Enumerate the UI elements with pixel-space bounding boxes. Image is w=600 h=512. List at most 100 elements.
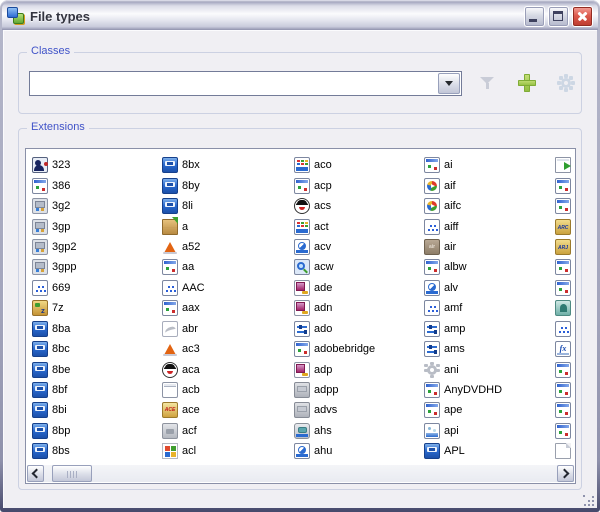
- list-item[interactable]: 3g2: [32, 196, 160, 216]
- list-item[interactable]: 386: [32, 175, 160, 195]
- list-item[interactable]: ams: [424, 339, 552, 359]
- list-item[interactable]: ai: [424, 155, 552, 175]
- list-item[interactable]: act: [294, 216, 422, 236]
- list-item[interactable]: 8bs: [32, 441, 160, 461]
- list-item[interactable]: 8bf: [32, 380, 160, 400]
- list-item[interactable]: [555, 298, 576, 318]
- list-item[interactable]: adobebridge: [294, 339, 422, 359]
- list-item[interactable]: aco: [294, 155, 422, 175]
- list-item[interactable]: ace: [162, 400, 290, 420]
- list-item[interactable]: 8ba: [32, 319, 160, 339]
- list-item[interactable]: ani: [424, 359, 552, 379]
- list-item[interactable]: adpp: [294, 380, 422, 400]
- list-item[interactable]: ahu: [294, 441, 422, 461]
- classes-combobox[interactable]: [29, 71, 462, 96]
- close-button[interactable]: [572, 6, 593, 27]
- list-item[interactable]: 3gpp: [32, 257, 160, 277]
- list-item[interactable]: 8li: [162, 196, 290, 216]
- list-item[interactable]: acf: [162, 421, 290, 441]
- list-item[interactable]: amp: [424, 319, 552, 339]
- list-item[interactable]: ape: [424, 400, 552, 420]
- list-item[interactable]: [555, 155, 576, 175]
- access-db-icon: [294, 362, 310, 378]
- list-item[interactable]: [555, 237, 576, 257]
- list-item[interactable]: api: [424, 421, 552, 441]
- list-item[interactable]: aiff: [424, 216, 552, 236]
- list-item[interactable]: 8bp: [32, 421, 160, 441]
- list-item[interactable]: acw: [294, 257, 422, 277]
- list-item[interactable]: [555, 278, 576, 298]
- scroll-right-button[interactable]: [557, 465, 574, 482]
- gray-badge-icon: [162, 423, 178, 439]
- list-item[interactable]: acp: [294, 175, 422, 195]
- list-item[interactable]: aa: [162, 257, 290, 277]
- resize-grip[interactable]: [583, 495, 596, 508]
- filter-button[interactable]: [474, 70, 500, 96]
- list-item[interactable]: 323: [32, 155, 160, 175]
- horizontal-scrollbar[interactable]: [27, 465, 574, 482]
- list-item[interactable]: albw: [424, 257, 552, 277]
- list-item[interactable]: [555, 339, 576, 359]
- list-item[interactable]: 8bx: [162, 155, 290, 175]
- media-app-icon: [424, 157, 440, 173]
- list-item[interactable]: air: [424, 237, 552, 257]
- list-item[interactable]: [555, 380, 576, 400]
- list-item[interactable]: AnyDVDHD: [424, 380, 552, 400]
- add-button[interactable]: [514, 70, 540, 96]
- extension-column: aiaifaifcaiffairalbwalvamfampamsaniAnyDV…: [424, 155, 552, 462]
- list-item[interactable]: [555, 216, 576, 236]
- window-title: File types: [30, 9, 524, 24]
- list-item[interactable]: 8bi: [32, 400, 160, 420]
- list-item[interactable]: ade: [294, 278, 422, 298]
- list-item[interactable]: a: [162, 216, 290, 236]
- list-item[interactable]: adp: [294, 359, 422, 379]
- list-item[interactable]: 8bc: [32, 339, 160, 359]
- list-item[interactable]: [555, 319, 576, 339]
- list-item[interactable]: aifc: [424, 196, 552, 216]
- scroll-left-button[interactable]: [27, 465, 44, 482]
- combobox-dropdown-button[interactable]: [438, 73, 460, 94]
- list-item[interactable]: 669: [32, 278, 160, 298]
- list-item[interactable]: acl: [162, 441, 290, 461]
- list-item[interactable]: AAC: [162, 278, 290, 298]
- list-item[interactable]: 3gp: [32, 216, 160, 236]
- extension-label: 3gpp: [52, 261, 76, 273]
- extension-list[interactable]: 3233863g23gp3gp2 3gpp 6697z8ba8bc8be8bf8bi…: [25, 148, 576, 484]
- list-item[interactable]: 3gp2: [32, 237, 160, 257]
- scrollbar-track[interactable]: [44, 465, 557, 482]
- list-item[interactable]: APL: [424, 441, 552, 461]
- list-item[interactable]: adn: [294, 298, 422, 318]
- scrollbar-thumb[interactable]: [52, 465, 92, 482]
- sliders-icon: [424, 321, 440, 337]
- list-item[interactable]: [555, 421, 576, 441]
- list-item[interactable]: 8by: [162, 175, 290, 195]
- list-item[interactable]: [555, 175, 576, 195]
- list-item[interactable]: amf: [424, 298, 552, 318]
- list-item[interactable]: 8be: [32, 359, 160, 379]
- list-item[interactable]: 7z: [32, 298, 160, 318]
- list-item[interactable]: [555, 359, 576, 379]
- list-item[interactable]: [555, 196, 576, 216]
- list-item[interactable]: a52: [162, 237, 290, 257]
- list-item[interactable]: advs: [294, 400, 422, 420]
- list-item[interactable]: [555, 400, 576, 420]
- list-item[interactable]: [555, 441, 576, 461]
- list-item[interactable]: acv: [294, 237, 422, 257]
- maximize-button[interactable]: [548, 6, 569, 27]
- minimize-button[interactable]: [524, 6, 545, 27]
- media-app-icon: [162, 259, 178, 275]
- settings-button[interactable]: [553, 70, 579, 96]
- classes-combobox-value[interactable]: [30, 72, 437, 95]
- list-item[interactable]: acs: [294, 196, 422, 216]
- list-item[interactable]: acb: [162, 380, 290, 400]
- list-item[interactable]: abr: [162, 319, 290, 339]
- list-item[interactable]: ac3: [162, 339, 290, 359]
- list-item[interactable]: [555, 257, 576, 277]
- titlebar[interactable]: File types: [2, 2, 598, 30]
- list-item[interactable]: aca: [162, 359, 290, 379]
- list-item[interactable]: aax: [162, 298, 290, 318]
- list-item[interactable]: alv: [424, 278, 552, 298]
- list-item[interactable]: ahs: [294, 421, 422, 441]
- list-item[interactable]: ado: [294, 319, 422, 339]
- list-item[interactable]: aif: [424, 175, 552, 195]
